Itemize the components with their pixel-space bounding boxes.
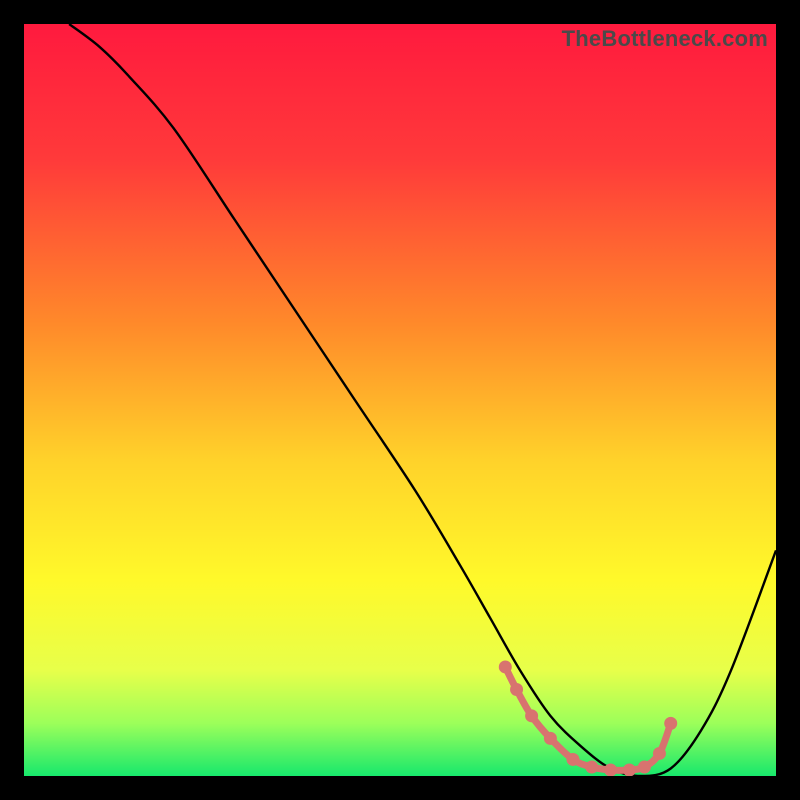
optimal-point — [623, 763, 636, 776]
optimal-point — [544, 732, 557, 745]
chart-canvas — [24, 24, 776, 776]
gradient-background — [24, 24, 776, 776]
optimal-point — [499, 660, 512, 673]
optimal-point — [585, 760, 598, 773]
optimal-point — [638, 760, 651, 773]
optimal-point — [566, 753, 579, 766]
optimal-point — [604, 763, 617, 776]
plot-area: TheBottleneck.com — [24, 24, 776, 776]
optimal-point — [525, 709, 538, 722]
watermark-text: TheBottleneck.com — [562, 26, 768, 52]
optimal-point — [664, 717, 677, 730]
optimal-point — [510, 683, 523, 696]
chart-frame: TheBottleneck.com — [0, 0, 800, 800]
optimal-point — [653, 747, 666, 760]
